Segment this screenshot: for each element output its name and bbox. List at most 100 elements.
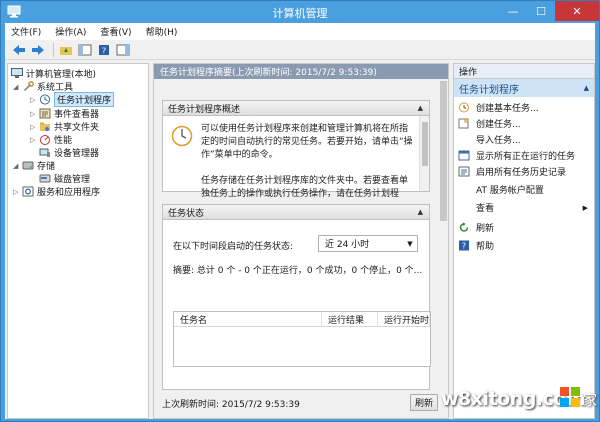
services-apps-icon <box>22 186 34 197</box>
help-icon: ? <box>459 240 469 251</box>
system-tools-icon <box>24 81 34 91</box>
column-run-result[interactable]: 运行结果 <box>322 311 378 327</box>
overview-scroll-thumb[interactable] <box>422 122 428 166</box>
column-task-name[interactable]: 任务名 <box>174 311 322 327</box>
menu-view[interactable]: 查看(V) <box>100 25 131 38</box>
table-header-row: 任务名 运行结果 运行开始时 <box>174 311 430 327</box>
action-create-task[interactable]: 创建任务... <box>454 116 594 131</box>
overview-section-header[interactable]: 任务计划程序概述 ▲ <box>163 101 429 116</box>
help-book-icon: ? <box>99 44 109 55</box>
action-refresh[interactable]: 刷新 <box>454 220 594 235</box>
task-status-section: 任务状态 ▲ 在以下时间段启动的任务状态: 近 24 小时 ▼ 摘要: 总计 0… <box>162 204 431 390</box>
action-at-service-account[interactable]: AT 服务帐户配置 <box>454 182 594 197</box>
menu-help[interactable]: 帮助(H) <box>146 25 178 38</box>
tree-item-root[interactable]: 计算机管理(本地) <box>11 67 96 80</box>
back-arrow-icon <box>13 44 25 55</box>
help-toolbar-button[interactable]: ? <box>96 43 112 57</box>
device-manager-icon <box>39 148 50 157</box>
running-tasks-icon <box>458 150 470 161</box>
collapse-caret-icon[interactable]: ▲ <box>418 208 423 216</box>
task-scheduler-clock-icon <box>171 125 193 147</box>
shared-folder-icon <box>40 122 50 131</box>
overview-scrollbar[interactable] <box>419 116 429 191</box>
forward-button[interactable] <box>30 43 46 57</box>
maximize-button[interactable]: ☐ <box>527 1 555 21</box>
chevron-down-icon: ▼ <box>407 239 413 248</box>
client-area: 文件(F) 操作(A) 查看(V) 帮助(H) ? 计算机管理(本地) ◢ 系统… <box>5 23 595 419</box>
overview-paragraph-1: 可以使用任务计划程序来创建和管理计算机将在所指定的时间自动执行的常见任务。若要开… <box>201 124 413 160</box>
submenu-arrow-icon: ▶ <box>582 203 588 212</box>
column-run-start[interactable]: 运行开始时 <box>378 311 430 327</box>
summary-scrollbar[interactable] <box>438 79 448 393</box>
close-button[interactable]: ✕ <box>555 1 599 21</box>
tree-item-device-manager[interactable]: 设备管理器 <box>39 146 99 159</box>
back-button[interactable] <box>11 43 27 57</box>
overview-section: 任务计划程序概述 ▲ 可以使用任务计划程序来创建和管理计算机将在所指定的时间自动… <box>162 100 430 199</box>
watermark-suffix: 家 <box>583 393 597 409</box>
expand-arrow-icon[interactable]: ▷ <box>30 136 39 144</box>
action-create-basic-task[interactable]: 创建基本任务... <box>454 100 594 115</box>
actions-section-task-scheduler[interactable]: 任务计划程序 ▲ <box>454 79 594 97</box>
tree-item-disk-management[interactable]: 磁盘管理 <box>39 172 90 185</box>
overview-title: 任务计划程序概述 <box>168 104 241 115</box>
action-enable-task-history[interactable]: 启用所有任务历史记录 <box>454 164 594 179</box>
task-status-section-header[interactable]: 任务状态 ▲ <box>163 205 429 220</box>
action-show-running-tasks[interactable]: 显示所有正在运行的任务 <box>454 148 594 163</box>
collapse-caret-icon[interactable]: ▲ <box>584 84 589 92</box>
summary-scroll-thumb[interactable] <box>440 81 447 221</box>
actions-section-title: 任务计划程序 <box>459 84 519 96</box>
tree-item-task-scheduler[interactable]: ▷ 任务计划程序 <box>30 92 115 107</box>
expand-arrow-icon[interactable]: ▷ <box>30 110 39 118</box>
action-view[interactable]: 查看 ▶ <box>454 200 594 215</box>
collapse-arrow-icon[interactable]: ◢ <box>13 162 22 170</box>
menu-file[interactable]: 文件(F) <box>11 25 41 38</box>
collapse-caret-icon[interactable]: ▲ <box>418 104 423 112</box>
task-status-title: 任务状态 <box>168 208 205 219</box>
toolbar-separator <box>53 42 54 57</box>
status-period-dropdown[interactable]: 近 24 小时 ▼ <box>318 235 418 252</box>
show-hide-action-pane-button[interactable] <box>115 43 131 57</box>
show-hide-tree-button[interactable] <box>77 43 93 57</box>
site-watermark: w8xitong.com 家 <box>433 380 599 420</box>
status-summary: 摘要: 总计 0 个 - 0 个正在运行，0 个成功，0 个停止，0 个... <box>173 266 423 276</box>
action-help[interactable]: ? 帮助 <box>454 238 594 253</box>
overview-text: 可以使用任务计划程序来创建和管理计算机将在所指定的时间自动执行的常见任务。若要开… <box>201 123 413 214</box>
expand-arrow-icon[interactable]: ▷ <box>30 96 39 104</box>
action-pane-icon <box>116 44 130 55</box>
actions-pane: 操作 任务计划程序 ▲ 创建基本任务... 创建任务... 导入任务... 显示… <box>453 63 595 419</box>
task-status-table: 任务名 运行结果 运行开始时 <box>173 311 431 367</box>
computer-management-window: 计算机管理 — ☐ ✕ 文件(F) 操作(A) 查看(V) 帮助(H) ? 计算… <box>0 0 600 422</box>
task-history-icon <box>458 166 470 177</box>
svg-text:?: ? <box>462 242 466 251</box>
expand-arrow-icon[interactable]: ▷ <box>13 188 22 196</box>
status-period-value: 近 24 小时 <box>325 240 370 250</box>
windows-logo-icon <box>560 387 580 407</box>
tree-item-event-viewer[interactable]: ▷ 事件查看器 <box>30 107 99 120</box>
menu-action[interactable]: 操作(A) <box>55 25 86 38</box>
create-task-icon <box>458 118 469 129</box>
storage-icon <box>22 161 34 170</box>
disk-management-icon <box>39 174 51 183</box>
status-period-label: 在以下时间段启动的任务状态: <box>173 242 294 252</box>
tree-item-performance[interactable]: ▷ 性能 <box>30 133 72 146</box>
tree-item-shared-folders[interactable]: ▷ 共享文件夹 <box>30 120 99 133</box>
minimize-button[interactable]: — <box>499 1 527 21</box>
action-import-task[interactable]: 导入任务... <box>454 132 594 147</box>
collapse-arrow-icon[interactable]: ◢ <box>13 83 22 91</box>
folder-up-icon <box>60 46 72 55</box>
tree-item-storage[interactable]: ◢ 存储 <box>13 159 55 172</box>
title-bar[interactable]: 计算机管理 — ☐ ✕ <box>1 1 599 23</box>
create-basic-task-icon <box>459 102 469 113</box>
menu-bar: 文件(F) 操作(A) 查看(V) 帮助(H) <box>5 23 595 40</box>
console-tree: 计算机管理(本地) ◢ 系统工具 ▷ 任务计划程序 ▷ 事件查看器 ▷ 共享文件… <box>7 63 149 419</box>
console-tree-icon <box>78 44 92 55</box>
expand-arrow-icon[interactable]: ▷ <box>30 123 39 131</box>
summary-header: 任务计划程序摘要(上次刷新时间: 2015/7/2 9:53:39) <box>154 64 448 79</box>
up-level-button[interactable] <box>58 43 74 57</box>
computer-management-icon <box>11 68 23 78</box>
actions-header: 操作 <box>454 64 594 79</box>
performance-icon <box>40 135 50 145</box>
forward-arrow-icon <box>32 44 44 55</box>
event-viewer-icon <box>39 108 51 119</box>
tree-item-services-apps[interactable]: ▷ 服务和应用程序 <box>13 185 100 198</box>
